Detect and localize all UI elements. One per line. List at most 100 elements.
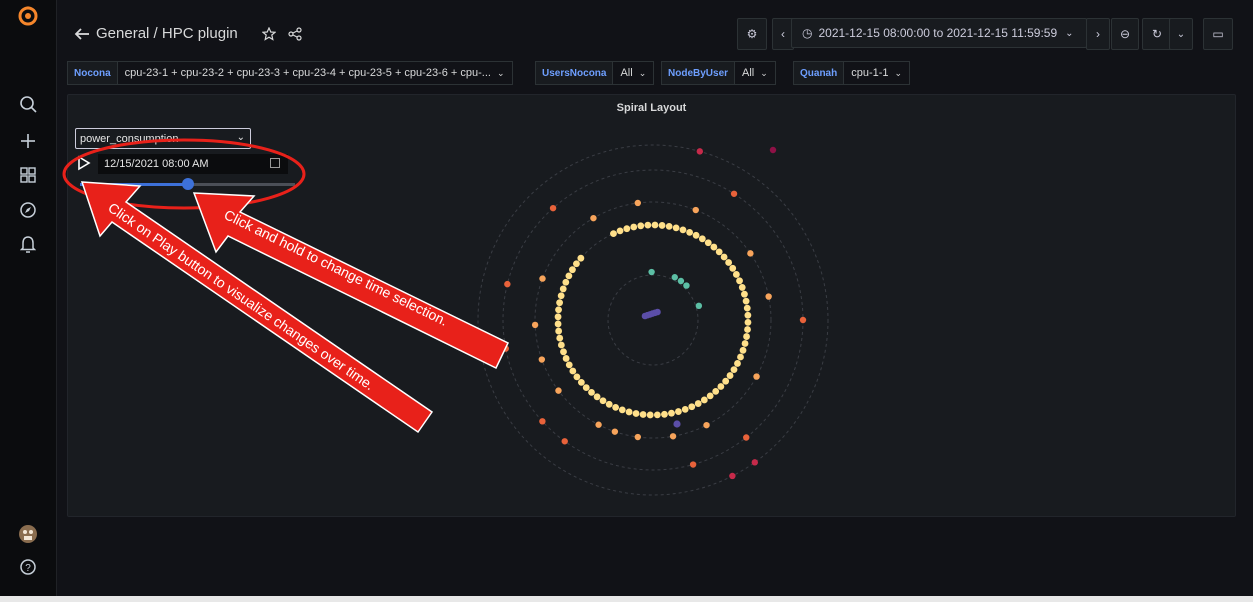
spiral-node-dot[interactable] [729, 472, 736, 480]
panel-title[interactable]: Spiral Layout [68, 102, 1235, 114]
spiral-node-dot[interactable] [743, 304, 751, 312]
spiral-node-dot[interactable] [625, 408, 633, 416]
spiral-node-dot[interactable] [730, 366, 738, 374]
spiral-node-dot[interactable] [565, 272, 573, 280]
spiral-node-dot[interactable] [560, 348, 567, 356]
spiral-node-dot[interactable] [730, 190, 738, 197]
spiral-node-dot[interactable] [692, 231, 700, 239]
spiral-node-dot[interactable] [753, 373, 760, 380]
spiral-node-dot[interactable] [634, 433, 641, 441]
spiral-node-dot[interactable] [646, 311, 654, 318]
spiral-node-dot[interactable] [653, 411, 661, 419]
spiral-node-dot[interactable] [681, 405, 689, 413]
spiral-node-dot[interactable] [531, 321, 539, 329]
spiral-node-dot[interactable] [726, 372, 734, 379]
spiral-node-dot[interactable] [630, 223, 638, 231]
spiral-node-dot[interactable] [741, 290, 748, 298]
spiral-node-dot[interactable] [573, 373, 581, 381]
spiral-node-dot[interactable] [742, 297, 750, 305]
spiral-node-dot[interactable] [720, 253, 728, 261]
spiral-node-dot[interactable] [538, 356, 546, 363]
spiral-node-dot[interactable] [637, 222, 645, 230]
spiral-node-dot[interactable] [661, 410, 668, 418]
spiral-node-dot[interactable] [623, 225, 631, 233]
dashboard-settings-button[interactable]: ⚙ [737, 18, 767, 50]
spiral-node-dot[interactable] [729, 264, 737, 272]
time-slider[interactable] [80, 178, 295, 190]
spiral-node-dot[interactable] [612, 403, 620, 411]
help-icon[interactable]: ? [16, 555, 40, 579]
spiral-node-dot[interactable] [593, 393, 601, 401]
spiral-node-dot[interactable] [737, 353, 744, 361]
spiral-node-dot[interactable] [569, 367, 577, 375]
star-icon[interactable] [261, 26, 277, 41]
spiral-node-dot[interactable] [736, 277, 743, 285]
spiral-node-dot[interactable] [698, 235, 706, 243]
spiral-node-dot[interactable] [665, 222, 673, 230]
spiral-node-dot[interactable] [646, 411, 654, 419]
spiral-node-dot[interactable] [734, 360, 741, 367]
refresh-button[interactable]: ↻ [1142, 18, 1172, 50]
spiral-node-dot[interactable] [556, 299, 563, 307]
spiral-node-dot[interactable] [694, 400, 702, 407]
spiral-node-dot[interactable] [590, 214, 597, 222]
spiral-node-dot[interactable] [641, 312, 649, 320]
spiral-node-dot[interactable] [717, 383, 725, 390]
time-shift-forward-button[interactable]: › [1086, 18, 1110, 50]
spiral-node-dot[interactable] [744, 311, 752, 319]
search-icon[interactable] [16, 92, 40, 116]
spiral-node-dot[interactable] [569, 266, 576, 274]
spiral-node-dot[interactable] [710, 243, 718, 251]
spiral-node-dot[interactable] [577, 378, 585, 386]
spiral-node-dot[interactable] [557, 341, 565, 349]
spiral-node-dot[interactable] [616, 227, 624, 235]
datetime-input[interactable]: 12/15/2021 08:00 AM [98, 154, 288, 174]
grafana-logo-icon[interactable] [16, 4, 40, 28]
spiral-node-dot[interactable] [539, 418, 546, 425]
spiral-node-dot[interactable] [739, 346, 747, 354]
spiral-node-dot[interactable] [673, 420, 681, 428]
spiral-node-dot[interactable] [732, 271, 740, 278]
spiral-node-dot[interactable] [611, 428, 619, 435]
zoom-out-button[interactable]: ⊖ [1111, 18, 1139, 50]
spiral-node-dot[interactable] [502, 345, 509, 352]
spiral-node-dot[interactable] [722, 377, 730, 385]
spiral-node-dot[interactable] [747, 250, 754, 257]
spiral-node-dot[interactable] [559, 285, 567, 293]
spiral-node-dot[interactable] [565, 361, 573, 369]
spiral-node-dot[interactable] [639, 411, 647, 418]
spiral-node-dot[interactable] [651, 309, 659, 317]
back-arrow-icon[interactable] [74, 26, 90, 42]
spiral-node-dot[interactable] [658, 222, 666, 229]
variable-nodebyuser[interactable]: NodeByUser All ⌄ [661, 61, 776, 85]
spiral-node-dot[interactable] [677, 277, 685, 285]
spiral-node-dot[interactable] [744, 318, 752, 326]
spiral-node-dot[interactable] [675, 408, 682, 415]
time-slider-thumb[interactable] [181, 178, 194, 190]
spiral-node-dot[interactable] [539, 275, 546, 282]
variable-quanah[interactable]: Quanah cpu-1-1 ⌄ [793, 61, 911, 85]
alert-bell-icon[interactable] [16, 232, 40, 256]
time-picker-button[interactable]: ◷ 2021-12-15 08:00:00 to 2021-12-15 11:5… [791, 18, 1087, 48]
spiral-node-dot[interactable] [610, 230, 617, 238]
spiral-node-dot[interactable] [588, 389, 595, 396]
spiral-node-dot[interactable] [654, 308, 661, 316]
spiral-node-dot[interactable] [700, 396, 708, 404]
spiral-node-dot[interactable] [632, 410, 640, 417]
spiral-node-dot[interactable] [741, 340, 749, 347]
spiral-node-dot[interactable] [712, 387, 720, 395]
spiral-node-dot[interactable] [692, 206, 699, 214]
dashboards-grid-icon[interactable] [16, 163, 40, 187]
spiral-node-dot[interactable] [577, 254, 585, 262]
spiral-node-dot[interactable] [715, 248, 723, 256]
spiral-node-dot[interactable] [648, 268, 655, 276]
refresh-interval-button[interactable]: ⌄ [1169, 18, 1193, 50]
variable-value[interactable]: cpu-1-1 ⌄ [844, 61, 911, 85]
spiral-node-dot[interactable] [634, 199, 641, 207]
spiral-node-dot[interactable] [582, 384, 590, 391]
spiral-node-dot[interactable] [668, 409, 675, 417]
spiral-node-dot[interactable] [738, 284, 746, 291]
metric-select[interactable]: power_consumption ⌄ [75, 128, 251, 149]
spiral-node-dot[interactable] [605, 400, 613, 408]
spiral-node-dot[interactable] [556, 334, 564, 342]
